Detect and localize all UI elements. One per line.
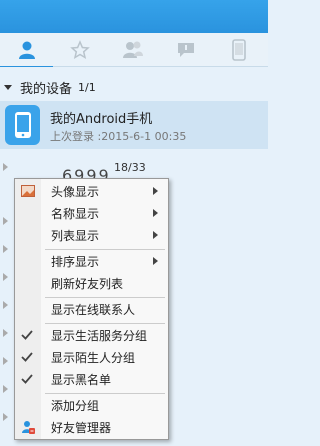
menu-item-show-blacklist[interactable]: 显示黑名单 xyxy=(15,369,168,389)
expand-arrow-icon[interactable] xyxy=(3,385,8,393)
checkmark-icon xyxy=(21,330,33,340)
menu-item-sort-display[interactable]: 排序显示 xyxy=(15,251,168,271)
menu-item-label: 列表显示 xyxy=(51,228,100,243)
menu-item-label: 头像显示 xyxy=(51,184,100,199)
android-phone-icon xyxy=(5,105,40,145)
person-icon xyxy=(18,41,35,59)
submenu-arrow-icon xyxy=(153,257,158,265)
tab-favorites[interactable] xyxy=(53,33,106,67)
title-bar xyxy=(0,0,268,33)
menu-item-refresh-friends[interactable]: 刷新好友列表 xyxy=(15,273,168,293)
friend-manager-icon xyxy=(22,421,35,434)
menu-separator xyxy=(45,393,165,394)
menu-item-friend-manager[interactable]: 好友管理器 xyxy=(15,417,168,437)
menu-separator xyxy=(45,297,165,298)
menu-item-label: 名称显示 xyxy=(51,206,100,221)
submenu-arrow-icon xyxy=(153,187,158,195)
group-name: 我的设备 xyxy=(20,81,73,97)
menu-item-label: 刷新好友列表 xyxy=(51,276,124,291)
checkmark-icon xyxy=(21,374,33,384)
tab-bar xyxy=(0,33,268,68)
menu-item-label: 排序显示 xyxy=(51,254,100,269)
group-count-partial: 18/33 xyxy=(114,161,146,174)
tab-contacts[interactable] xyxy=(0,33,53,68)
tab-devices[interactable] xyxy=(212,33,265,67)
menu-item-label: 显示陌生人分组 xyxy=(51,350,136,365)
expand-arrow-icon[interactable] xyxy=(3,163,8,171)
menu-separator xyxy=(45,323,165,324)
menu-item-name-display[interactable]: 名称显示 xyxy=(15,203,168,223)
tab-groups[interactable] xyxy=(106,33,159,67)
menu-item-label: 显示黑名单 xyxy=(51,372,112,387)
checkmark-icon xyxy=(21,352,33,362)
menu-item-list-display[interactable]: 列表显示 xyxy=(15,225,168,245)
expand-arrow-icon[interactable] xyxy=(3,245,8,253)
chat-icon xyxy=(177,43,194,57)
menu-item-show-online[interactable]: 显示在线联系人 xyxy=(15,299,168,319)
menu-item-label: 好友管理器 xyxy=(51,420,112,435)
device-last-login: 上次登录 :2015-6-1 00:35 xyxy=(50,130,187,143)
submenu-arrow-icon xyxy=(153,209,158,217)
expand-arrow-icon[interactable] xyxy=(3,301,8,309)
device-name: 我的Android手机 xyxy=(50,112,153,127)
menu-item-label: 显示生活服务分组 xyxy=(51,328,148,343)
group-count: 1/1 xyxy=(78,80,96,94)
menu-item-add-group[interactable]: 添加分组 xyxy=(15,395,168,415)
menu-item-show-life-service[interactable]: 显示生活服务分组 xyxy=(15,325,168,345)
tab-messages[interactable] xyxy=(159,33,212,67)
phone-icon xyxy=(231,39,246,61)
menu-item-avatar-display[interactable]: 头像显示 xyxy=(15,181,168,201)
group-icon xyxy=(122,41,143,58)
expand-arrow-icon[interactable] xyxy=(3,273,8,281)
caret-down-icon xyxy=(4,84,12,90)
menu-item-label: 显示在线联系人 xyxy=(51,302,136,317)
device-item[interactable]: 我的Android手机 上次登录 :2015-6-1 00:35 xyxy=(0,101,268,149)
expand-arrow-icon[interactable] xyxy=(3,357,8,365)
expand-arrow-icon[interactable] xyxy=(3,329,8,337)
expand-arrow-icon[interactable] xyxy=(3,413,8,421)
context-menu: 头像显示 名称显示 列表显示 排序显示 刷新好友列表 显示在线联系人 显示生活服… xyxy=(14,178,169,440)
expand-arrow-icon[interactable] xyxy=(3,217,8,225)
menu-item-label: 添加分组 xyxy=(51,398,100,413)
picture-icon xyxy=(21,185,35,197)
submenu-arrow-icon xyxy=(153,231,158,239)
menu-separator xyxy=(45,249,165,250)
menu-item-show-strangers[interactable]: 显示陌生人分组 xyxy=(15,347,168,367)
star-icon xyxy=(69,40,90,60)
group-header-my-devices[interactable]: 我的设备 1/1 xyxy=(0,77,268,97)
